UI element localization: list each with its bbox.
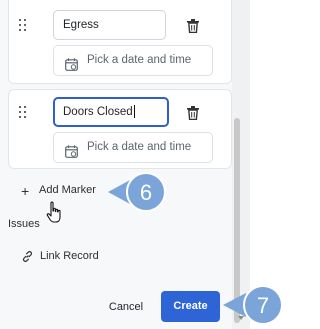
hand-cursor-icon	[46, 201, 64, 225]
marker-name-input[interactable]: Doors Closed	[53, 97, 169, 127]
plus-icon: +	[21, 183, 30, 199]
issues-label: Issues	[8, 218, 40, 230]
date-placeholder: Pick a date and time	[87, 54, 192, 66]
text-caret	[133, 105, 135, 119]
link-icon	[22, 251, 33, 262]
trash-icon[interactable]	[187, 19, 199, 34]
drag-handle-icon[interactable]	[19, 106, 27, 118]
callout-number-7: 7	[257, 293, 269, 318]
link-record-label: Link Record	[40, 250, 99, 262]
create-button[interactable]: Create	[161, 291, 220, 322]
marker-panel: Egress Pick a date and time Doors Closed…	[0, 0, 232, 329]
calendar-icon	[65, 141, 78, 158]
date-placeholder: Pick a date and time	[87, 141, 192, 153]
trash-icon[interactable]	[187, 106, 199, 121]
marker-name-value: Doors Closed	[63, 106, 133, 118]
marker-date-input[interactable]: Pick a date and time	[53, 45, 213, 76]
drag-handle-icon[interactable]	[19, 19, 27, 31]
marker-date-input[interactable]: Pick a date and time	[53, 132, 213, 163]
issues-heading: Issues	[8, 218, 40, 230]
add-marker-label: Add Marker	[39, 184, 96, 196]
scroll-down-arrow-icon[interactable]	[238, 316, 244, 320]
marker-name-value: Egress	[63, 19, 99, 31]
calendar-icon	[65, 54, 78, 71]
cancel-button[interactable]: Cancel	[100, 292, 152, 322]
scrollbar-thumb[interactable]	[234, 118, 240, 323]
marker-name-input[interactable]: Egress	[53, 10, 166, 40]
